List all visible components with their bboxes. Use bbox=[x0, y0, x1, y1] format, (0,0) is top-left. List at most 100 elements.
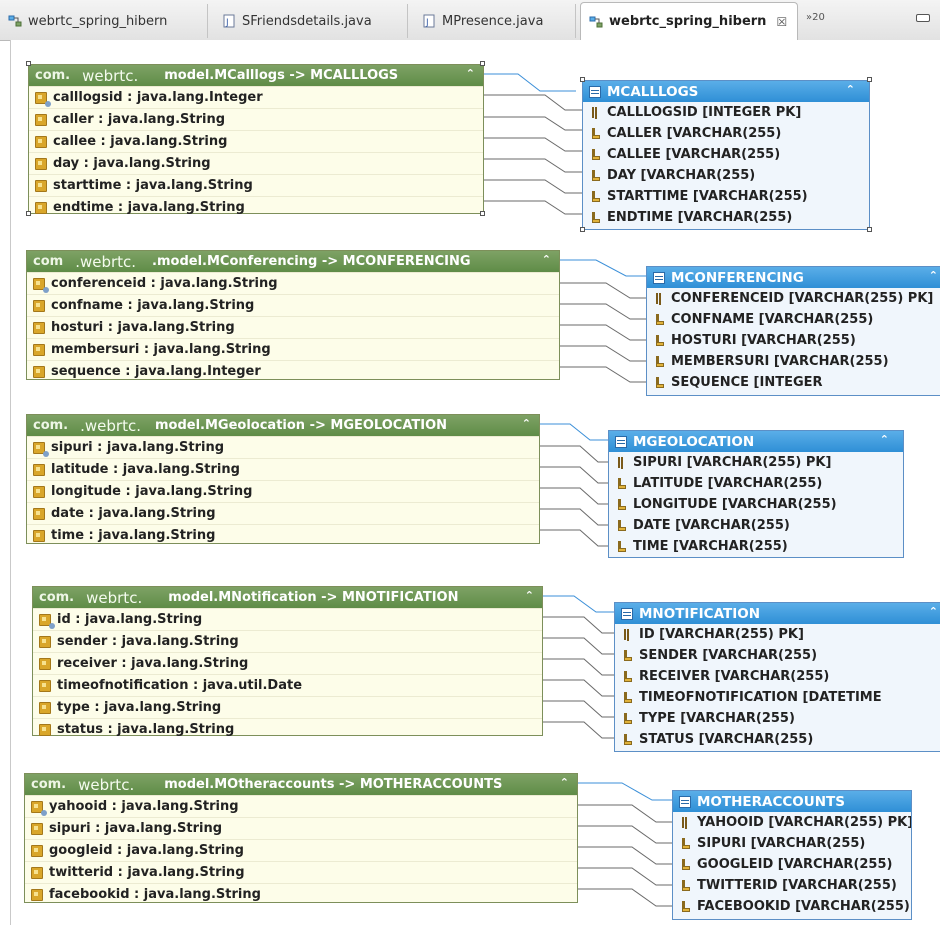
resize-handle[interactable] bbox=[580, 227, 585, 232]
table-mnotification[interactable]: MNOTIFICATION ⌃ ID [VARCHAR(255) PK] SEN… bbox=[614, 602, 940, 752]
collapse-icon[interactable]: ⌃ bbox=[929, 605, 938, 618]
table-mconferencing[interactable]: MCONFERENCING ⌃ CONFERENCEID [VARCHAR(25… bbox=[646, 266, 940, 396]
tab-webrtc-diagram-active[interactable]: webrtc_spring_hibern ☒ bbox=[580, 2, 798, 40]
table-motheraccounts[interactable]: MOTHERACCOUNTS YAHOOID [VARCHAR(255) PK]… bbox=[672, 790, 912, 920]
column-row[interactable]: STARTTIME [VARCHAR(255) bbox=[583, 186, 869, 207]
collapse-icon[interactable]: ⌃ bbox=[560, 776, 569, 789]
field-row[interactable]: id : java.lang.String bbox=[33, 608, 542, 630]
table-header[interactable]: MNOTIFICATION ⌃ bbox=[615, 603, 940, 624]
table-header[interactable]: MOTHERACCOUNTS bbox=[673, 791, 911, 812]
collapse-icon[interactable]: ⌃ bbox=[466, 67, 475, 80]
table-mgeolocation[interactable]: MGEOLOCATION ⌃ SIPURI [VARCHAR(255) PK] … bbox=[608, 430, 904, 558]
minimize-button[interactable] bbox=[916, 14, 930, 22]
column-row[interactable]: CALLEE [VARCHAR(255) bbox=[583, 144, 869, 165]
collapse-icon[interactable]: ⌃ bbox=[525, 589, 534, 602]
field-row[interactable]: twitterid : java.lang.String bbox=[25, 861, 577, 883]
column-row[interactable]: GOOGLEID [VARCHAR(255) bbox=[673, 854, 911, 875]
tab-mpresence-java[interactable]: J MPresence.java bbox=[414, 4, 576, 38]
field-row[interactable]: day : java.lang.String bbox=[29, 152, 483, 174]
column-row[interactable]: HOSTURI [VARCHAR(255) bbox=[647, 330, 940, 351]
collapse-icon[interactable]: ⌃ bbox=[929, 269, 938, 282]
column-row[interactable]: CONFERENCEID [VARCHAR(255) PK] bbox=[647, 288, 940, 309]
class-header[interactable]: com. webrtc. model.MOtheraccounts -> MOT… bbox=[25, 774, 577, 795]
tab-webrtc-diagram-1[interactable]: webrtc_spring_hibern bbox=[0, 4, 208, 38]
close-icon[interactable]: ☒ bbox=[776, 15, 787, 29]
class-mgeolocation[interactable]: com. .webrtc. model.MGeolocation -> MGEO… bbox=[26, 414, 540, 544]
field-row[interactable]: date : java.lang.String bbox=[27, 502, 539, 524]
collapse-icon[interactable]: ⌃ bbox=[522, 417, 531, 430]
field-row[interactable]: sipuri : java.lang.String bbox=[25, 817, 577, 839]
resize-handle[interactable] bbox=[480, 211, 485, 216]
column-row[interactable]: TWITTERID [VARCHAR(255) bbox=[673, 875, 911, 896]
field-row[interactable]: receiver : java.lang.String bbox=[33, 652, 542, 674]
field-row[interactable]: latitude : java.lang.String bbox=[27, 458, 539, 480]
field-row[interactable]: confname : java.lang.String bbox=[27, 294, 559, 316]
class-mconferencing[interactable]: com .webrtc. .model.MConferencing -> MCO… bbox=[26, 250, 560, 380]
column-row[interactable]: TYPE [VARCHAR(255) bbox=[615, 708, 940, 729]
class-mnotification[interactable]: com. webrtc. model.MNotification -> MNOT… bbox=[32, 586, 543, 737]
field-row[interactable]: type : java.lang.String bbox=[33, 696, 542, 718]
resize-handle[interactable] bbox=[26, 211, 31, 216]
field-row[interactable]: sender : java.lang.String bbox=[33, 630, 542, 652]
column-row[interactable]: FACEBOOKID [VARCHAR(255) bbox=[673, 896, 911, 917]
collapse-icon[interactable]: ⌃ bbox=[880, 433, 889, 446]
class-header[interactable]: com. webrtc. model.MNotification -> MNOT… bbox=[33, 587, 542, 608]
field-row[interactable]: caller : java.lang.String bbox=[29, 108, 483, 130]
resize-handle[interactable] bbox=[867, 77, 872, 82]
column-row[interactable]: SENDER [VARCHAR(255) bbox=[615, 645, 940, 666]
resize-handle[interactable] bbox=[580, 77, 585, 82]
column-row[interactable]: LONGITUDE [VARCHAR(255) bbox=[609, 494, 903, 515]
field-row[interactable]: sipuri : java.lang.String bbox=[27, 436, 539, 458]
tab-overflow-indicator[interactable]: »20 bbox=[806, 12, 825, 23]
column-row[interactable]: SEQUENCE [INTEGER bbox=[647, 372, 940, 393]
field-row[interactable]: hosturi : java.lang.String bbox=[27, 316, 559, 338]
class-header[interactable]: com .webrtc. .model.MConferencing -> MCO… bbox=[27, 251, 559, 272]
table-mcalllogs[interactable]: MCALLLOGS ⌃ CALLLOGSID [INTEGER PK] CALL… bbox=[582, 80, 870, 230]
field-row[interactable]: longitude : java.lang.String bbox=[27, 480, 539, 502]
resize-handle[interactable] bbox=[867, 227, 872, 232]
field-row[interactable]: conferenceid : java.lang.String bbox=[27, 272, 559, 294]
field-row[interactable]: starttime : java.lang.String bbox=[29, 174, 483, 196]
field-row[interactable]: status : java.lang.String bbox=[33, 718, 542, 740]
column-row[interactable]: LATITUDE [VARCHAR(255) bbox=[609, 473, 903, 494]
field-icon bbox=[39, 635, 51, 648]
field-row[interactable]: time : java.lang.String bbox=[27, 524, 539, 546]
field-row[interactable]: facebookid : java.lang.String bbox=[25, 883, 577, 905]
column-row[interactable]: RECEIVER [VARCHAR(255) bbox=[615, 666, 940, 687]
field-row[interactable]: sequence : java.lang.Integer bbox=[27, 360, 559, 382]
column-row[interactable]: ID [VARCHAR(255) PK] bbox=[615, 624, 940, 645]
field-row[interactable]: calllogsid : java.lang.Integer bbox=[29, 86, 483, 108]
column-row[interactable]: TIME [VARCHAR(255) bbox=[609, 536, 903, 557]
column-row[interactable]: CALLLOGSID [INTEGER PK] bbox=[583, 102, 869, 123]
column-row[interactable]: MEMBERSURI [VARCHAR(255) bbox=[647, 351, 940, 372]
field-row[interactable]: callee : java.lang.String bbox=[29, 130, 483, 152]
class-header[interactable]: com. webrtc. model.MCalllogs -> MCALLLOG… bbox=[29, 65, 483, 86]
column-row[interactable]: STATUS [VARCHAR(255) bbox=[615, 729, 940, 750]
field-row[interactable]: yahooid : java.lang.String bbox=[25, 795, 577, 817]
column-row[interactable]: ENDTIME [VARCHAR(255) bbox=[583, 207, 869, 228]
column-row[interactable]: DAY [VARCHAR(255) bbox=[583, 165, 869, 186]
class-header[interactable]: com. .webrtc. model.MGeolocation -> MGEO… bbox=[27, 415, 539, 436]
column-row[interactable]: CONFNAME [VARCHAR(255) bbox=[647, 309, 940, 330]
class-motheraccounts[interactable]: com. webrtc. model.MOtheraccounts -> MOT… bbox=[24, 773, 578, 903]
field-row[interactable]: endtime : java.lang.String bbox=[29, 196, 483, 218]
collapse-icon[interactable]: ⌃ bbox=[846, 83, 855, 96]
column-row[interactable]: CALLER [VARCHAR(255) bbox=[583, 123, 869, 144]
resize-handle[interactable] bbox=[480, 61, 485, 66]
column-row[interactable]: SIPURI [VARCHAR(255) PK] bbox=[609, 452, 903, 473]
table-header[interactable]: MGEOLOCATION ⌃ bbox=[609, 431, 903, 452]
table-header[interactable]: MCONFERENCING ⌃ bbox=[647, 267, 940, 288]
column-row[interactable]: SIPURI [VARCHAR(255) bbox=[673, 833, 911, 854]
column-row[interactable]: YAHOOID [VARCHAR(255) PK] bbox=[673, 812, 911, 833]
field-row[interactable]: membersuri : java.lang.String bbox=[27, 338, 559, 360]
class-mcalllogs[interactable]: com. webrtc. model.MCalllogs -> MCALLLOG… bbox=[28, 64, 484, 215]
tab-sfriendsdetails-java[interactable]: J SFriendsdetails.java bbox=[214, 4, 408, 38]
column-row[interactable]: DATE [VARCHAR(255) bbox=[609, 515, 903, 536]
resize-handle[interactable] bbox=[26, 61, 31, 66]
collapse-icon[interactable]: ⌃ bbox=[542, 253, 551, 266]
column-icon bbox=[623, 691, 633, 704]
field-row[interactable]: googleid : java.lang.String bbox=[25, 839, 577, 861]
column-row[interactable]: TIMEOFNOTIFICATION [DATETIME bbox=[615, 687, 940, 708]
table-header[interactable]: MCALLLOGS ⌃ bbox=[583, 81, 869, 102]
field-row[interactable]: timeofnotification : java.util.Date bbox=[33, 674, 542, 696]
